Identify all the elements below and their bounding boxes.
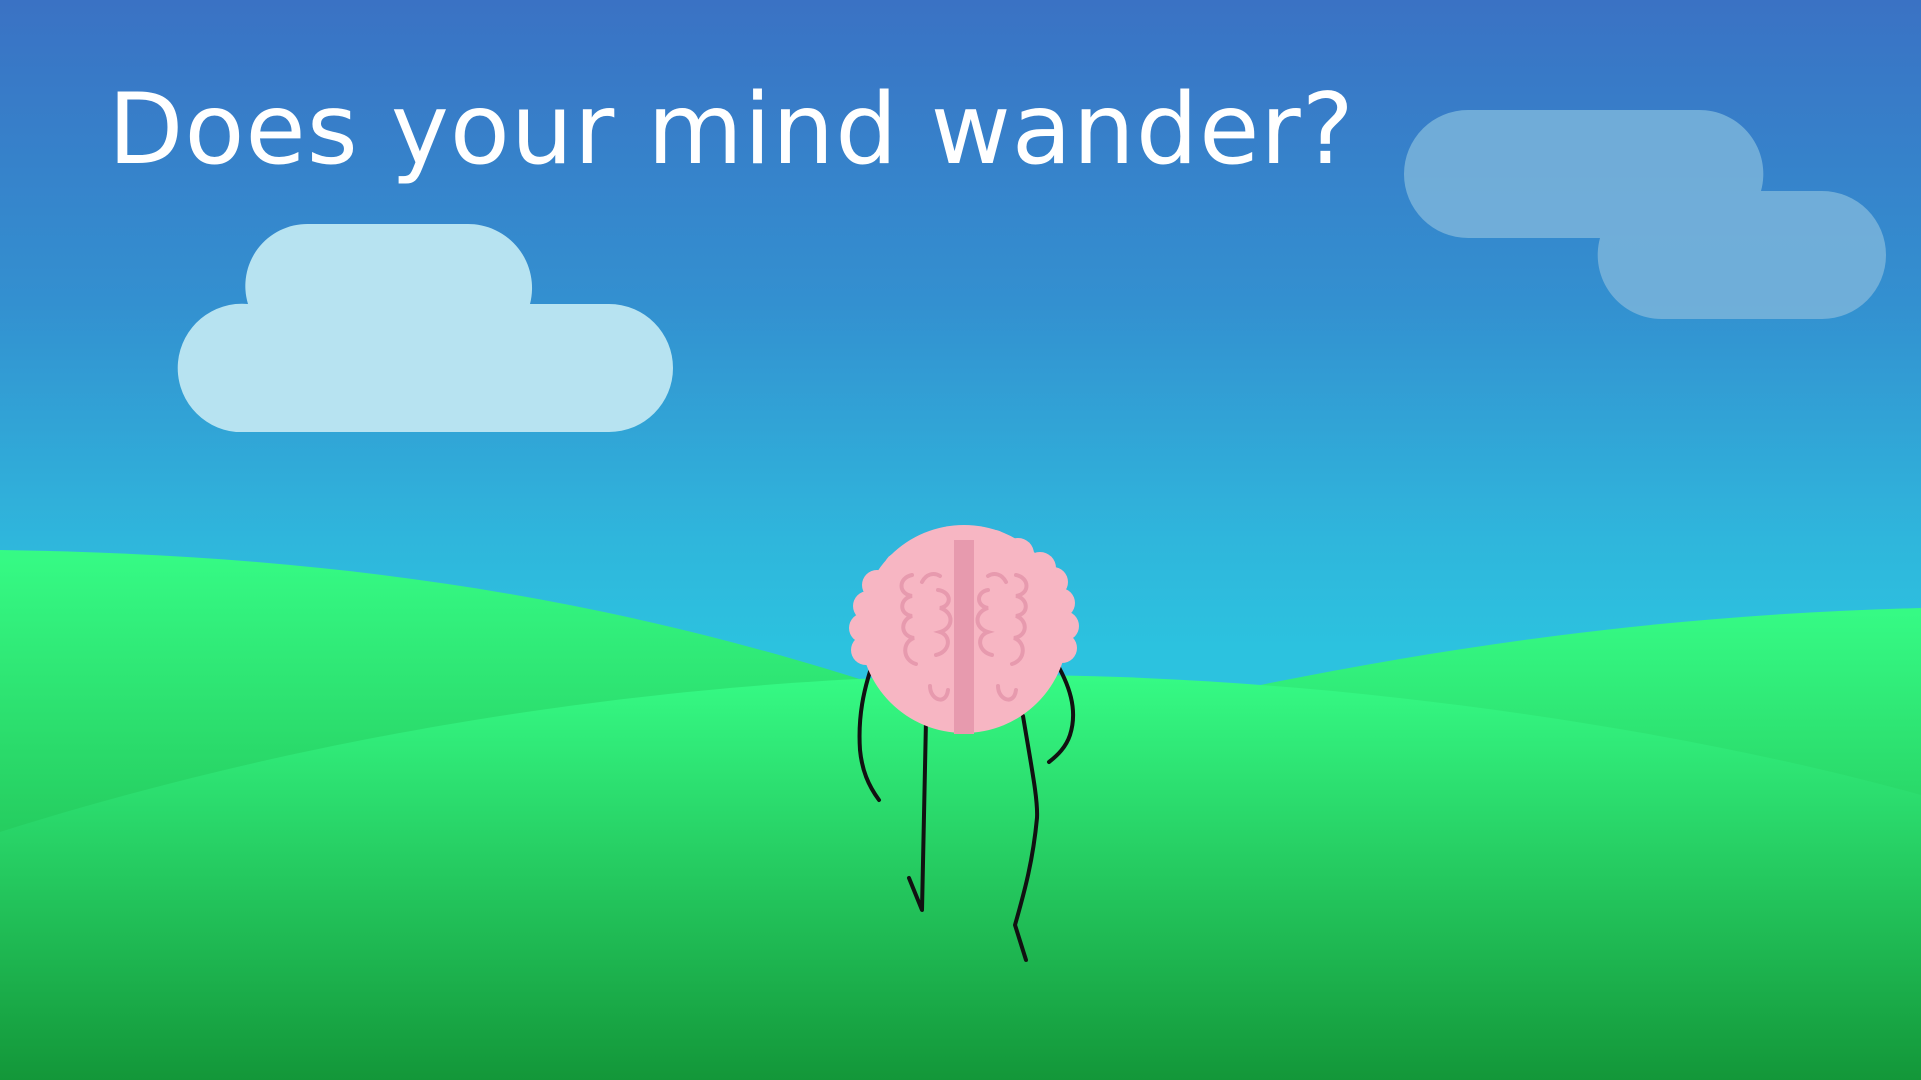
scene: Does your mind wander?	[0, 0, 1921, 1080]
headline: Does your mind wander?	[108, 73, 1355, 187]
cloud-icon	[177, 223, 673, 432]
cloud-icon	[1404, 109, 1886, 320]
